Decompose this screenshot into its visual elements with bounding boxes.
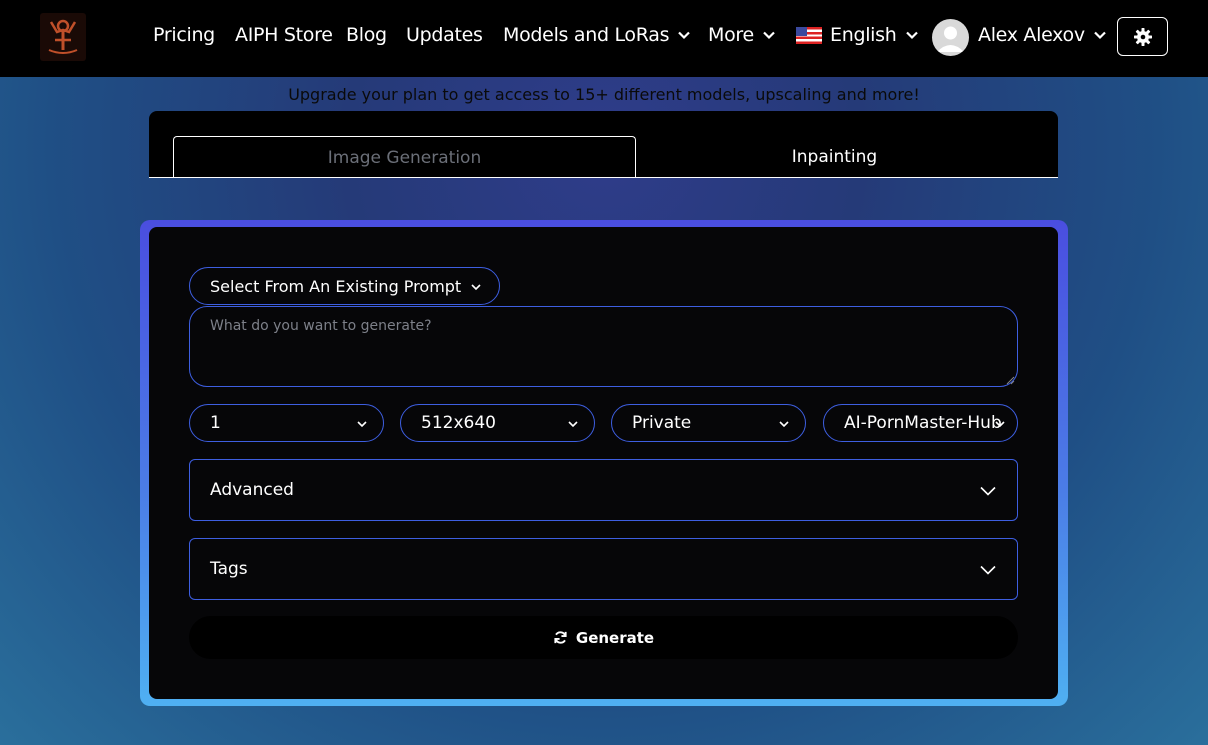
resolution-value: 512x640: [421, 413, 496, 433]
tab-image-generation[interactable]: Image Generation: [173, 136, 636, 178]
nav-models-dropdown[interactable]: Models and LoRas: [503, 24, 691, 46]
resolution-select[interactable]: 512x640: [400, 404, 595, 442]
existing-prompt-select-label: Select From An Existing Prompt: [210, 276, 462, 296]
tab-inpainting-label: Inpainting: [791, 147, 878, 167]
language-label: English: [830, 24, 897, 46]
user-silhouette-icon: [937, 26, 964, 52]
user-avatar[interactable]: [932, 19, 969, 56]
nav-blog-link[interactable]: Blog: [346, 24, 387, 46]
nav-models-label: Models and LoRas: [503, 24, 670, 46]
nav-more-label: More: [708, 24, 754, 46]
chevron-down-icon: [905, 31, 918, 40]
visibility-select[interactable]: Private: [611, 404, 806, 442]
nav-blog-label: Blog: [346, 24, 387, 46]
user-name-label: Alex Alexov: [978, 24, 1085, 46]
us-flag-icon: [796, 26, 822, 44]
nav-updates-link[interactable]: Updates: [406, 24, 483, 46]
site-logo[interactable]: [40, 13, 86, 61]
gear-icon: [1133, 27, 1152, 46]
chevron-down-icon: [980, 565, 996, 575]
tags-label: Tags: [210, 559, 248, 579]
advanced-accordion[interactable]: Advanced: [189, 459, 1018, 521]
refresh-icon: [554, 631, 567, 644]
language-dropdown[interactable]: English: [796, 24, 919, 46]
prompt-input[interactable]: [189, 306, 1018, 387]
user-menu-dropdown[interactable]: Alex Alexov: [978, 24, 1107, 46]
chevron-down-icon: [995, 421, 1005, 428]
chevron-down-icon: [763, 31, 775, 40]
nav-aiph-store-link[interactable]: AIPH Store: [235, 24, 333, 46]
chevron-down-icon: [678, 31, 690, 40]
nav-aiph-store-label: AIPH Store: [235, 24, 333, 46]
tab-inpainting[interactable]: Inpainting: [636, 136, 1033, 178]
generation-tabs: Image Generation Inpainting: [149, 111, 1058, 178]
chevron-down-icon: [357, 421, 367, 428]
generation-panel: Select From An Existing Prompt 1 512x640…: [149, 227, 1058, 699]
logo-icon: [48, 19, 78, 54]
visibility-value: Private: [632, 413, 692, 433]
model-value: AI-PornMaster-Hub: [844, 413, 1002, 433]
resize-grip-icon[interactable]: [1005, 375, 1015, 385]
chevron-down-icon: [779, 421, 789, 428]
model-select[interactable]: AI-PornMaster-Hub: [823, 404, 1018, 442]
navbar: Pricing AIPH Store Blog Updates Models a…: [0, 0, 1208, 77]
chevron-down-icon: [980, 486, 996, 496]
nav-pricing-label: Pricing: [153, 24, 215, 46]
generate-label: Generate: [575, 628, 655, 647]
advanced-label: Advanced: [210, 480, 294, 500]
image-count-value: 1: [210, 413, 221, 433]
nav-pricing-link[interactable]: Pricing: [153, 24, 215, 46]
nav-more-dropdown[interactable]: More: [708, 24, 776, 46]
upgrade-banner: Upgrade your plan to get access to 15+ d…: [288, 85, 920, 104]
image-count-select[interactable]: 1: [189, 404, 384, 442]
chevron-down-icon: [471, 284, 481, 291]
chevron-down-icon: [568, 421, 578, 428]
tags-accordion[interactable]: Tags: [189, 538, 1018, 600]
nav-updates-label: Updates: [406, 24, 483, 46]
settings-button[interactable]: [1117, 17, 1168, 56]
chevron-down-icon: [1094, 31, 1106, 40]
generate-button[interactable]: Generate: [189, 616, 1018, 659]
tab-image-generation-label: Image Generation: [327, 147, 482, 168]
existing-prompt-select[interactable]: Select From An Existing Prompt: [189, 267, 500, 305]
